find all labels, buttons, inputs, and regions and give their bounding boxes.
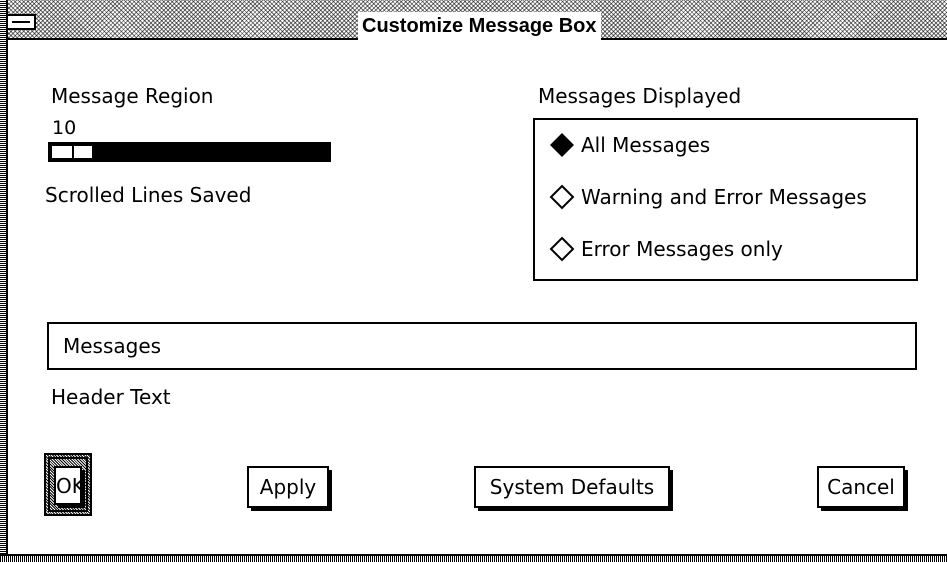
scrolled-lines-saved-label: Scrolled Lines Saved — [45, 183, 252, 207]
ok-button[interactable]: OK — [54, 466, 85, 508]
radio-warning-and-error-messages[interactable]: Warning and Error Messages — [549, 184, 867, 210]
messages-displayed-group: All Messages Warning and Error Messages … — [533, 118, 918, 281]
radio-label: Warning and Error Messages — [581, 185, 867, 209]
radio-label: All Messages — [581, 133, 711, 157]
diamond-filled-icon — [549, 132, 575, 158]
diamond-outline-icon — [549, 236, 575, 262]
radio-error-messages-only[interactable]: Error Messages only — [549, 236, 783, 262]
diamond-outline-icon — [549, 184, 575, 210]
message-region-label: Message Region — [51, 84, 214, 108]
system-defaults-button[interactable]: System Defaults — [474, 466, 673, 511]
radio-label: Error Messages only — [581, 237, 783, 261]
slider-thumb[interactable] — [52, 146, 92, 158]
window-title: Customize Message Box — [358, 12, 601, 40]
header-text-label: Header Text — [51, 385, 171, 409]
title-bar[interactable]: Customize Message Box — [0, 0, 947, 40]
radio-all-messages[interactable]: All Messages — [549, 132, 710, 158]
window-frame-left[interactable] — [0, 0, 8, 562]
header-text-input[interactable] — [47, 322, 917, 370]
messages-displayed-label: Messages Displayed — [538, 84, 742, 108]
window-menu-icon[interactable] — [6, 14, 36, 30]
message-region-slider[interactable] — [48, 142, 331, 162]
window-frame-bottom[interactable] — [0, 554, 947, 562]
customize-message-box-window: Customize Message Box Message Region 10 … — [0, 0, 947, 562]
apply-button[interactable]: Apply — [247, 466, 332, 511]
cancel-button[interactable]: Cancel — [817, 466, 908, 511]
message-region-value: 10 — [52, 117, 77, 139]
